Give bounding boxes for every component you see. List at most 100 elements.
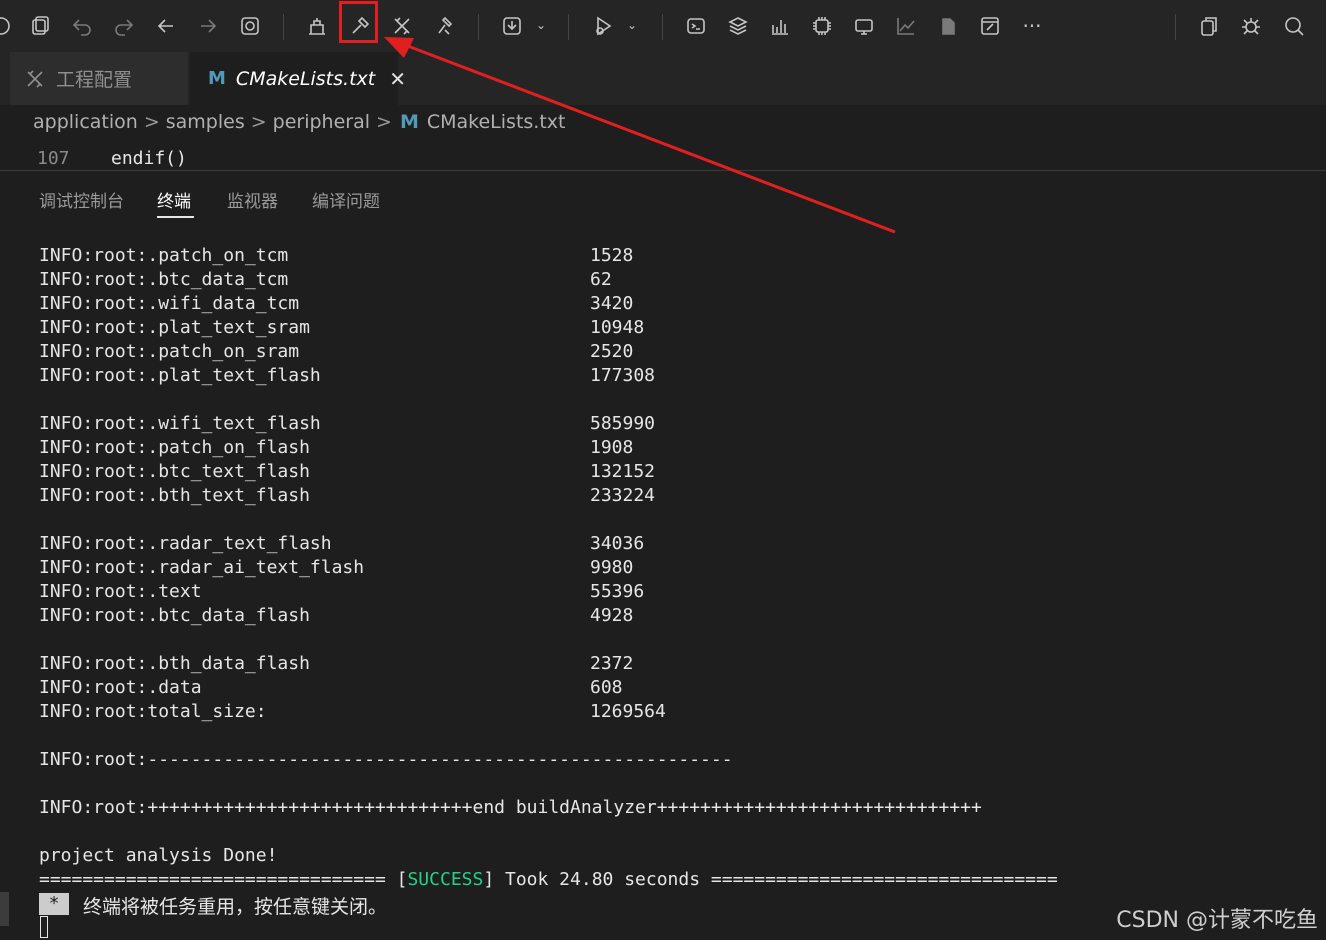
terminal-row-label: INFO:root:.patch_on_sram: [39, 341, 300, 362]
terminal-row-label: INFO:root:.btc_data_tcm: [39, 269, 289, 290]
panel-tab-bar: 调试控制台 终端 监视器 编译问题: [0, 171, 1326, 221]
back-icon[interactable]: [151, 11, 181, 41]
editor-visible-line[interactable]: 107 endif(): [0, 140, 1326, 170]
terminal-row-label: INFO:root:.bth_data_flash: [39, 653, 310, 674]
terminal-end-line: INFO:root:++++++++++++++++++++++++++++++…: [39, 797, 982, 818]
toolbar-divider: [283, 14, 284, 40]
m-icon: M: [208, 68, 226, 89]
debug-run-icon[interactable]: [588, 11, 618, 41]
result-suffix: ] Took 24.80 seconds ===================…: [483, 869, 1058, 890]
files-icon[interactable]: [933, 11, 963, 41]
terminal-row-label: INFO:root:.plat_text_sram: [39, 317, 310, 338]
tools-icon: [24, 68, 46, 90]
explorer-icon[interactable]: [1194, 11, 1224, 41]
graph-icon[interactable]: [891, 11, 921, 41]
terminal-row-label: INFO:root:.btc_text_flash: [39, 461, 310, 482]
terminal-row-value: 34036: [590, 533, 645, 554]
tab-cmakelists[interactable]: M CMakeLists.txt ✕: [190, 52, 406, 105]
terminal-row-label: INFO:root:.radar_text_flash: [39, 533, 332, 554]
chevron-down-icon[interactable]: ⌄: [627, 18, 637, 32]
line-number: 107: [37, 148, 70, 169]
terminal-row-value: 3420: [590, 293, 634, 314]
tab-build-problems[interactable]: 编译问题: [312, 187, 380, 212]
breadcrumb-item-samples[interactable]: samples: [166, 111, 245, 133]
extension-icon[interactable]: [1236, 11, 1266, 41]
active-tab-indicator: [157, 216, 194, 218]
forward-icon[interactable]: [193, 11, 223, 41]
terminal-row-value: 9980: [590, 557, 634, 578]
toolbar-divider: [478, 14, 479, 40]
terminal-output[interactable]: INFO:root:------------------------------…: [0, 236, 1326, 940]
terminal-row-label: INFO:root:.bth_text_flash: [39, 485, 310, 506]
more-icon[interactable]: ···: [1017, 11, 1047, 41]
chevron-down-icon[interactable]: ⌄: [536, 18, 546, 32]
terminal-row-label: INFO:root:.radar_ai_text_flash: [39, 557, 365, 578]
terminal-icon[interactable]: [681, 11, 711, 41]
toolbar-divider: [662, 14, 663, 40]
terminal-row-value: 1269564: [590, 701, 666, 722]
toolbar-divider: [1175, 14, 1176, 40]
chart-icon[interactable]: [765, 11, 795, 41]
terminal-row-value: 62: [590, 269, 612, 290]
terminal-row-value: 1528: [590, 245, 634, 266]
download-icon[interactable]: [497, 11, 527, 41]
m-icon: M: [399, 111, 419, 133]
window-icon[interactable]: [975, 11, 1005, 41]
terminal-row-value: 1908: [590, 437, 634, 458]
terminal-row-value: 2372: [590, 653, 634, 674]
terminal-row-label: INFO:root:.wifi_text_flash: [39, 413, 321, 434]
scroll-gutter: [0, 892, 9, 926]
terminal-reuse-notice: 终端将被任务重用，按任意键关闭。: [83, 896, 388, 918]
redo-icon[interactable]: [109, 11, 139, 41]
breadcrumb-item-peripheral[interactable]: peripheral: [273, 111, 370, 133]
terminal-separator-line: INFO:root:------------------------------…: [39, 749, 733, 770]
watermark: CSDN @计蒙不吃鱼: [1116, 908, 1318, 933]
terminal-row-label: INFO:root:total_size:: [39, 701, 267, 722]
terminal-row-label: INFO:root:.btc_data_flash: [39, 605, 310, 626]
rebuild-icon[interactable]: [387, 11, 417, 41]
terminal-row-value: 10948: [590, 317, 645, 338]
monitor-icon[interactable]: [849, 11, 879, 41]
breadcrumb-item-file[interactable]: CMakeLists.txt: [427, 111, 566, 133]
layers-icon[interactable]: [723, 11, 753, 41]
tab-label: 工程配置: [56, 69, 133, 91]
terminal-prompt-marker: *: [39, 893, 69, 915]
breadcrumb: application > samples > peripheral > M C…: [0, 105, 1326, 139]
terminal-row-label: INFO:root:.text: [39, 581, 202, 602]
search-icon[interactable]: [1279, 11, 1309, 41]
chip-icon[interactable]: [807, 11, 837, 41]
terminal-done-line: project analysis Done!: [39, 845, 278, 866]
breadcrumb-item-application[interactable]: application: [33, 111, 138, 133]
terminal-row-label: INFO:root:.plat_text_flash: [39, 365, 321, 386]
result-prefix: ================================ [: [39, 869, 408, 890]
terminal-row-value: 2520: [590, 341, 634, 362]
toolbar-divider: [568, 14, 569, 40]
terminal-row-label: INFO:root:.wifi_data_tcm: [39, 293, 300, 314]
chevron-right-icon: >: [143, 111, 160, 133]
tab-project-config[interactable]: 工程配置: [10, 52, 188, 105]
tab-debug-console[interactable]: 调试控制台: [39, 187, 124, 212]
terminal-row-value: 608: [590, 677, 623, 698]
copy-paste-icon[interactable]: [25, 11, 55, 41]
build-icon-highlight: [339, 1, 378, 43]
clean-icon[interactable]: [302, 11, 332, 41]
terminal-row-label: INFO:root:.patch_on_tcm: [39, 245, 289, 266]
clean-build-icon[interactable]: [429, 11, 459, 41]
terminal-row-value: 4928: [590, 605, 634, 626]
terminal-result-line: ================================ [SUCCES…: [39, 868, 1058, 892]
chevron-right-icon: >: [250, 111, 267, 133]
terminal-row-label: INFO:root:.patch_on_flash: [39, 437, 310, 458]
terminal-row-value: 177308: [590, 365, 656, 386]
tab-terminal[interactable]: 终端: [157, 187, 191, 212]
success-status: SUCCESS: [407, 869, 484, 890]
terminal-row-value: 132152: [590, 461, 656, 482]
toolbar-partial-icon[interactable]: [0, 11, 16, 41]
tab-monitor[interactable]: 监视器: [227, 187, 278, 212]
chevron-right-icon: >: [376, 111, 392, 133]
code-line[interactable]: endif(): [111, 148, 187, 169]
toolbar: ⌄ ⌄ ···: [0, 0, 1326, 52]
undo-icon[interactable]: [67, 11, 97, 41]
close-icon[interactable]: ✕: [389, 67, 406, 91]
find-file-icon[interactable]: [235, 11, 265, 41]
editor-tab-bar: 工程配置 M CMakeLists.txt ✕: [0, 52, 1326, 105]
